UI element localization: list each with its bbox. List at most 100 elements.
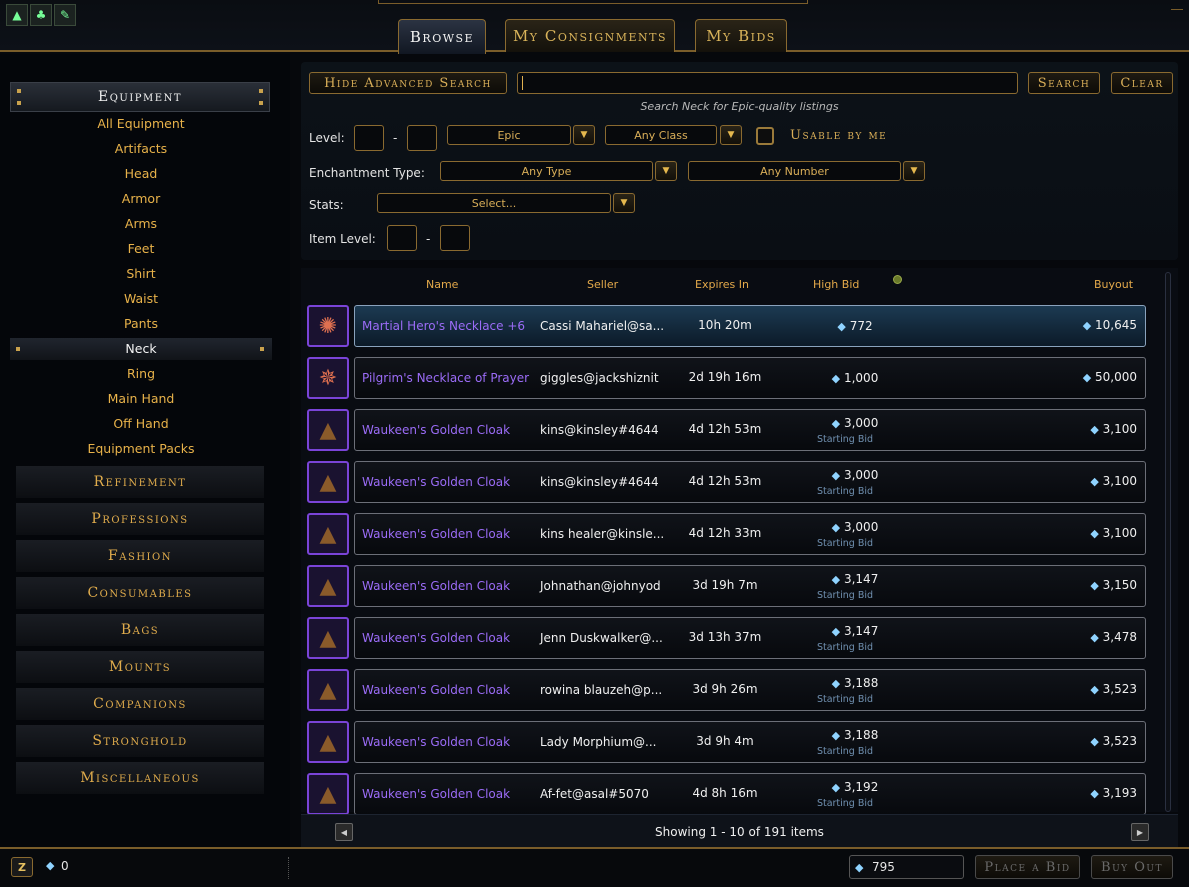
- tab-my-consignments[interactable]: My Consignments: [505, 19, 675, 52]
- game-icon-2[interactable]: ♣: [30, 4, 52, 26]
- table-row[interactable]: ▲ Waukeen's Golden Cloak Lady Morphium@...…: [307, 721, 1147, 763]
- category-equipment[interactable]: Equipment: [10, 82, 270, 112]
- high-bid: ◆ 3,000: [815, 468, 895, 482]
- row-body[interactable]: Martial Hero's Necklace +6 Cassi Mahariel…: [354, 305, 1146, 347]
- search-input[interactable]: [517, 72, 1018, 94]
- quality-select[interactable]: Epic: [447, 125, 571, 145]
- cloak-icon[interactable]: ▲: [307, 617, 349, 659]
- sidebar-item-neck[interactable]: Neck: [10, 338, 272, 360]
- hide-advanced-search-button[interactable]: Hide Advanced Search: [309, 72, 507, 94]
- usable-checkbox[interactable]: [756, 127, 774, 145]
- row-body[interactable]: Waukeen's Golden Cloak kins@kinsley#4644 4…: [354, 409, 1146, 451]
- column-seller[interactable]: Seller: [587, 278, 618, 291]
- category-bags[interactable]: Bags: [16, 614, 264, 646]
- item-name: Martial Hero's Necklace +6: [362, 319, 526, 333]
- close-icon[interactable]: [1171, 0, 1183, 10]
- row-body[interactable]: Waukeen's Golden Cloak kins healer@kinsle…: [354, 513, 1146, 555]
- sidebar-item-feet[interactable]: Feet: [10, 238, 272, 260]
- column-expires[interactable]: Expires In: [695, 278, 749, 291]
- table-row[interactable]: ✺ Martial Hero's Necklace +6 Cassi Maharie…: [307, 305, 1147, 347]
- table-row[interactable]: ▲ Waukeen's Golden Cloak Johnathan@johnyod…: [307, 565, 1147, 607]
- sidebar-item-waist[interactable]: Waist: [10, 288, 272, 310]
- row-body[interactable]: Waukeen's Golden Cloak Lady Morphium@... 3…: [354, 721, 1146, 763]
- category-consumables[interactable]: Consumables: [16, 577, 264, 609]
- category-professions[interactable]: Professions: [16, 503, 264, 535]
- tab-browse[interactable]: Browse: [398, 19, 486, 54]
- column-name[interactable]: Name: [426, 278, 458, 291]
- sidebar-item-pants[interactable]: Pants: [10, 313, 272, 335]
- item-level-min-input[interactable]: [387, 225, 417, 251]
- zen-icon[interactable]: Z: [11, 857, 33, 877]
- sidebar-item-arms[interactable]: Arms: [10, 213, 272, 235]
- column-high-bid[interactable]: High Bid: [813, 278, 859, 291]
- table-row[interactable]: ▲ Waukeen's Golden Cloak kins healer@kinsl…: [307, 513, 1147, 555]
- row-body[interactable]: Waukeen's Golden Cloak kins@kinsley#4644 4…: [354, 461, 1146, 503]
- row-body[interactable]: Waukeen's Golden Cloak Jenn Duskwalker@..…: [354, 617, 1146, 659]
- category-fashion[interactable]: Fashion: [16, 540, 264, 572]
- sidebar-item-all-equipment[interactable]: All Equipment: [10, 113, 272, 135]
- table-row[interactable]: ▲ Waukeen's Golden Cloak Af-fet@asal#5070 4…: [307, 773, 1147, 815]
- category-miscellaneous[interactable]: Miscellaneous: [16, 762, 264, 794]
- high-bid: ◆ 1,000: [815, 371, 895, 385]
- chevron-down-icon[interactable]: ▼: [613, 193, 635, 213]
- game-icon-1[interactable]: ▲: [6, 4, 28, 26]
- row-body[interactable]: Waukeen's Golden Cloak Johnathan@johnyod 3…: [354, 565, 1146, 607]
- enchantment-number-select[interactable]: Any Number: [688, 161, 901, 181]
- enchantment-type-select[interactable]: Any Type: [440, 161, 653, 181]
- cloak-icon[interactable]: ▲: [307, 461, 349, 503]
- tab-my-bids[interactable]: My Bids: [695, 19, 787, 52]
- search-button[interactable]: Search: [1028, 72, 1100, 94]
- category-stronghold[interactable]: Stronghold: [16, 725, 264, 757]
- sidebar-item-shirt[interactable]: Shirt: [10, 263, 272, 285]
- expires-in: 3d 9h 4m: [696, 734, 754, 748]
- chevron-down-icon[interactable]: ▼: [655, 161, 677, 181]
- row-body[interactable]: Waukeen's Golden Cloak rowina blauzeh@p..…: [354, 669, 1146, 711]
- level-min-input[interactable]: [354, 125, 384, 151]
- item-level-max-input[interactable]: [440, 225, 470, 251]
- high-bid: ◆ 3,192: [815, 780, 895, 794]
- column-buyout[interactable]: Buyout: [1094, 278, 1133, 291]
- chevron-down-icon[interactable]: ▼: [903, 161, 925, 181]
- level-max-input[interactable]: [407, 125, 437, 151]
- cloak-icon[interactable]: ▲: [307, 513, 349, 555]
- class-select[interactable]: Any Class: [605, 125, 717, 145]
- sidebar-item-artifacts[interactable]: Artifacts: [10, 138, 272, 160]
- next-page-button[interactable]: ▶: [1131, 823, 1149, 841]
- cloak-icon[interactable]: ▲: [307, 409, 349, 451]
- table-row[interactable]: ▲ Waukeen's Golden Cloak kins@kinsley#4644…: [307, 409, 1147, 451]
- sidebar-item-head[interactable]: Head: [10, 163, 272, 185]
- sidebar-item-off-hand[interactable]: Off Hand: [10, 413, 272, 435]
- results-scrollbar[interactable]: [1165, 272, 1171, 812]
- necklace-icon[interactable]: ✵: [307, 357, 349, 399]
- sidebar-item-label: Shirt: [126, 266, 156, 281]
- cloak-icon[interactable]: ▲: [307, 773, 349, 815]
- table-row[interactable]: ▲ Waukeen's Golden Cloak kins@kinsley#4644…: [307, 461, 1147, 503]
- place-bid-button[interactable]: Place a Bid: [975, 855, 1080, 879]
- sidebar-item-equipment-packs[interactable]: Equipment Packs: [10, 438, 272, 460]
- table-row[interactable]: ▲ Waukeen's Golden Cloak rowina blauzeh@p.…: [307, 669, 1147, 711]
- chevron-down-icon[interactable]: ▼: [720, 125, 742, 145]
- table-row[interactable]: ▲ Waukeen's Golden Cloak Jenn Duskwalker@.…: [307, 617, 1147, 659]
- sidebar-item-main-hand[interactable]: Main Hand: [10, 388, 272, 410]
- row-body[interactable]: Pilgrim's Necklace of Prayer giggles@jack…: [354, 357, 1146, 399]
- expires-in: 10h 20m: [698, 318, 752, 332]
- cloak-icon[interactable]: ▲: [307, 669, 349, 711]
- buy-out-button[interactable]: Buy Out: [1091, 855, 1173, 879]
- chevron-down-icon[interactable]: ▼: [573, 125, 595, 145]
- clear-button[interactable]: Clear: [1111, 72, 1173, 94]
- stats-select[interactable]: Select...: [377, 193, 611, 213]
- row-body[interactable]: Waukeen's Golden Cloak Af-fet@asal#5070 4d…: [354, 773, 1146, 815]
- category-refinement[interactable]: Refinement: [16, 466, 264, 498]
- bid-amount-input[interactable]: ◆ 795: [849, 855, 964, 879]
- sidebar-item-armor[interactable]: Armor: [10, 188, 272, 210]
- necklace-icon[interactable]: ✺: [307, 305, 349, 347]
- sidebar-item-ring[interactable]: Ring: [10, 363, 272, 385]
- table-row[interactable]: ✵ Pilgrim's Necklace of Prayer giggles@jac…: [307, 357, 1147, 399]
- category-mounts[interactable]: Mounts: [16, 651, 264, 683]
- game-icon-3[interactable]: ✎: [54, 4, 76, 26]
- cloak-icon[interactable]: ▲: [307, 565, 349, 607]
- cloak-icon[interactable]: ▲: [307, 721, 349, 763]
- buyout-price: ◆ 3,100: [1090, 422, 1137, 436]
- category-companions[interactable]: Companions: [16, 688, 264, 720]
- seller-name: rowina blauzeh@p...: [540, 683, 663, 697]
